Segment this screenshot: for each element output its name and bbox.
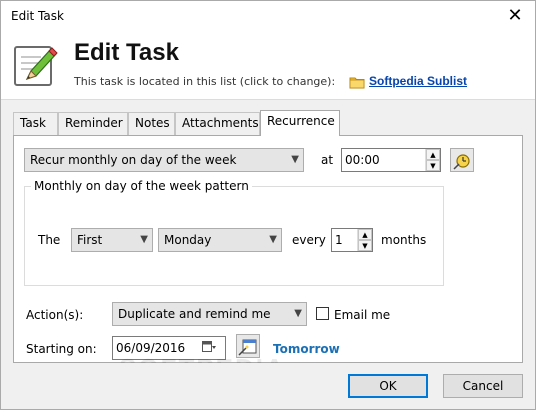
- tab-recurrence[interactable]: Recurrence: [260, 110, 340, 136]
- tab-label: Reminder: [65, 116, 123, 130]
- time-value: 00:00: [345, 153, 380, 167]
- the-label: The: [38, 233, 61, 247]
- window-title: Edit Task: [11, 9, 64, 23]
- actions-label: Action(s):: [26, 308, 84, 322]
- calendar-dropdown-icon[interactable]: [202, 341, 216, 353]
- recurrence-panel: Recur monthly on day of the week ▼ at 00…: [13, 135, 523, 363]
- calendar-wand-icon: [238, 339, 257, 356]
- action-value: Duplicate and remind me: [118, 307, 271, 321]
- weekday-value: Monday: [164, 233, 212, 247]
- monthly-pattern-group: Monthly on day of the week pattern The F…: [24, 179, 444, 286]
- ordinal-value: First: [77, 233, 103, 247]
- tab-label: Attachments: [182, 116, 259, 130]
- cancel-label: Cancel: [462, 379, 504, 393]
- chevron-down-icon: ▼: [269, 234, 277, 245]
- ok-button[interactable]: OK: [348, 374, 428, 398]
- list-name-link[interactable]: Softpedia Sublist: [369, 74, 467, 88]
- start-date-value: 06/09/2016: [116, 341, 186, 355]
- dialog-heading: Edit Task: [74, 39, 179, 66]
- list-location-text: This task is located in this list (click…: [74, 75, 336, 88]
- title-bar[interactable]: Edit Task ✕: [1, 1, 535, 31]
- months-count-value: 1: [335, 233, 343, 247]
- edit-pencil-icon: [14, 46, 58, 86]
- dialog-footer: OK Cancel: [1, 363, 535, 409]
- tab-label: Notes: [135, 116, 170, 130]
- pattern-group-title: Monthly on day of the week pattern: [31, 179, 252, 193]
- email-me-label: Email me: [334, 308, 391, 322]
- months-spinner[interactable]: ▲ ▼: [357, 229, 372, 251]
- starting-on-label: Starting on:: [26, 342, 97, 356]
- spin-up-icon[interactable]: ▲: [426, 149, 440, 160]
- tab-notes[interactable]: Notes: [128, 112, 175, 135]
- spin-down-icon[interactable]: ▼: [426, 160, 440, 171]
- time-spinner[interactable]: ▲ ▼: [425, 149, 440, 171]
- ok-label: OK: [379, 379, 397, 393]
- ordinal-select[interactable]: First ▼: [71, 228, 153, 252]
- clock-wand-icon: [453, 154, 470, 170]
- edit-task-window: Edit Task ✕ Edit Task This task is locat…: [0, 0, 536, 410]
- recurrence-type-value: Recur monthly on day of the week: [30, 153, 237, 167]
- chevron-down-icon: ▼: [291, 154, 299, 165]
- at-label: at: [321, 153, 334, 167]
- dialog-header: Edit Task This task is located in this l…: [1, 31, 535, 99]
- folder-icon: [349, 77, 365, 89]
- tomorrow-link[interactable]: Tomorrow: [273, 342, 340, 356]
- recurrence-type-select[interactable]: Recur monthly on day of the week ▼: [24, 148, 304, 172]
- date-picker-button[interactable]: [236, 334, 260, 358]
- action-select[interactable]: Duplicate and remind me ▼: [112, 302, 307, 326]
- tab-reminder[interactable]: Reminder: [58, 112, 128, 135]
- tab-label: Recurrence: [267, 114, 335, 128]
- time-picker-button[interactable]: [450, 148, 474, 172]
- chevron-down-icon: ▼: [294, 308, 302, 319]
- every-label: every: [292, 233, 326, 247]
- spin-down-icon[interactable]: ▼: [358, 240, 372, 251]
- spin-up-icon[interactable]: ▲: [358, 229, 372, 240]
- tab-label: Task: [20, 116, 46, 130]
- close-icon[interactable]: ✕: [503, 4, 527, 28]
- months-label: months: [381, 233, 427, 247]
- chevron-down-icon: ▼: [140, 234, 148, 245]
- tab-attachments[interactable]: Attachments: [175, 112, 260, 135]
- cancel-button[interactable]: Cancel: [443, 374, 523, 398]
- weekday-select[interactable]: Monday ▼: [158, 228, 282, 252]
- email-me-checkbox[interactable]: [316, 307, 329, 320]
- tab-task[interactable]: Task: [13, 112, 58, 135]
- dialog-body: Task Reminder Notes Attachments Recurren…: [1, 99, 535, 383]
